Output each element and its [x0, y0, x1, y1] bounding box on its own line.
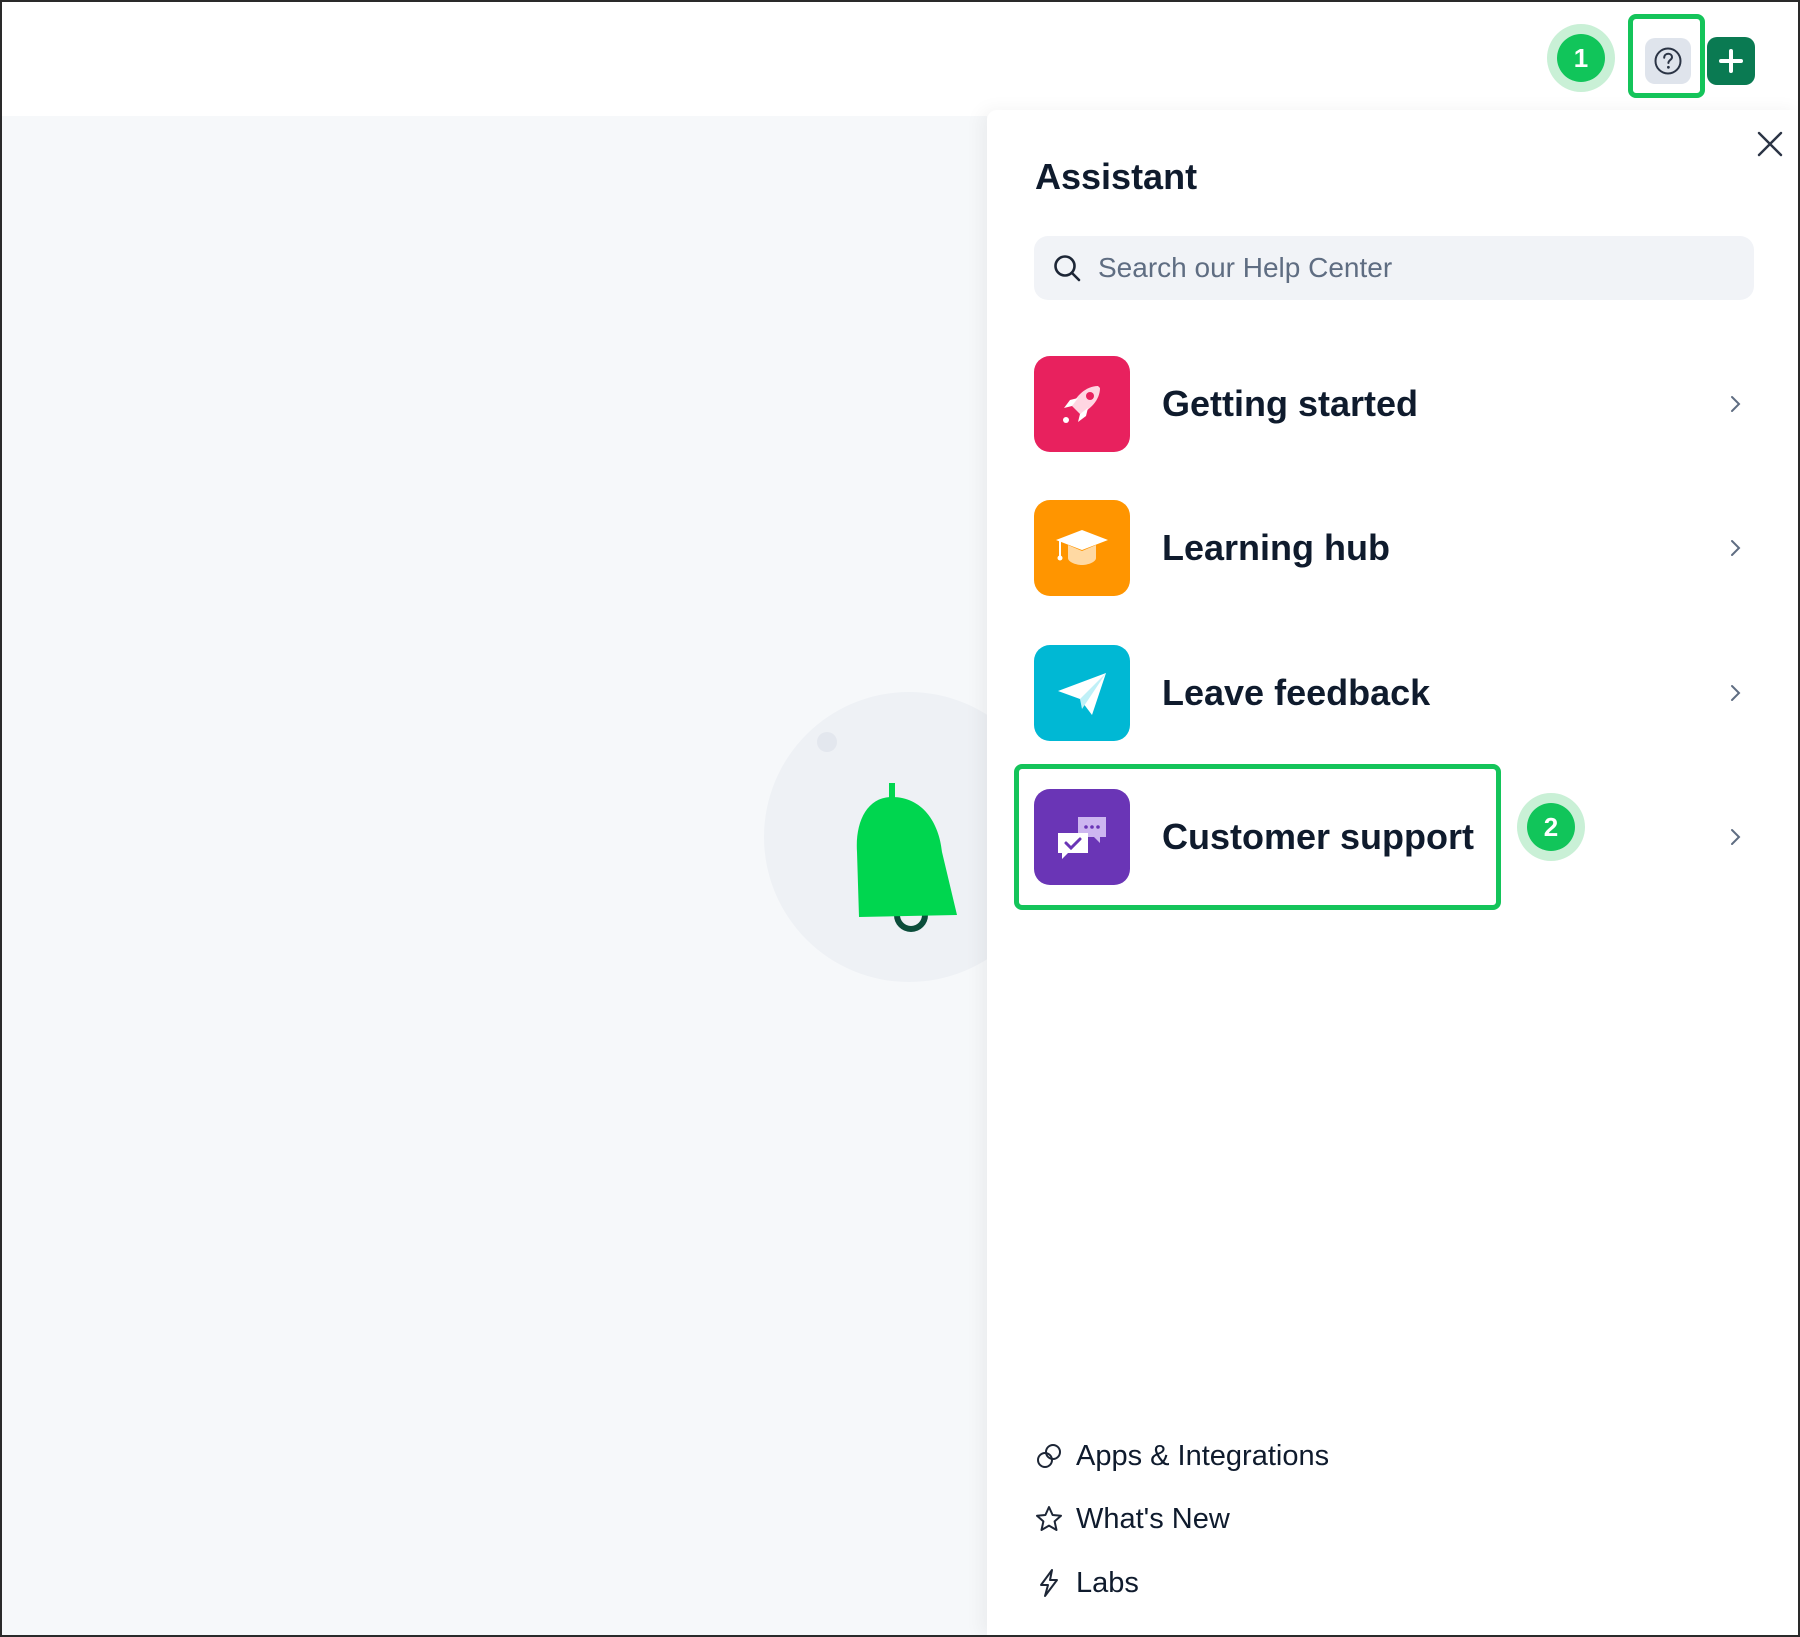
menu-label-getting-started: Getting started [1162, 383, 1419, 424]
chevron-right-icon [1731, 396, 1741, 412]
top-bar [2, 2, 1798, 116]
step-2-badge: 2 [1517, 793, 1585, 861]
paper-plane-icon [1058, 673, 1106, 715]
customer-support-highlight [1014, 764, 1501, 910]
illustration-dot [817, 732, 837, 752]
lightning-icon [1040, 1569, 1058, 1597]
question-circle-icon [1654, 47, 1682, 75]
footer-link-whats-new[interactable]: What's New [1034, 1499, 1230, 1539]
close-icon [1757, 131, 1783, 157]
footer-label-labs: Labs [1076, 1566, 1139, 1599]
step-2-number: 2 [1527, 803, 1575, 851]
add-button[interactable] [1707, 37, 1755, 85]
link-icon [1037, 1444, 1061, 1468]
footer-link-apps-integrations[interactable]: Apps & Integrations [1034, 1436, 1329, 1476]
close-panel-button[interactable] [1750, 124, 1790, 164]
footer-link-labs[interactable]: Labs [1034, 1563, 1139, 1603]
menu-item-leave-feedback[interactable]: Leave feedback [1034, 645, 1756, 741]
app-window: 1 Assistant Search our Help Center Getti… [0, 0, 1800, 1637]
help-button[interactable] [1645, 38, 1691, 84]
search-input[interactable] [1098, 252, 1718, 284]
chevron-right-icon [1731, 540, 1741, 556]
getting-started-tile [1034, 356, 1130, 452]
learning-hub-tile [1034, 500, 1130, 596]
step-1-badge: 1 [1547, 24, 1615, 92]
footer-label-whats-new: What's New [1076, 1502, 1230, 1535]
menu-item-getting-started[interactable]: Getting started [1034, 356, 1756, 452]
step-1-number: 1 [1557, 34, 1605, 82]
panel-title: Assistant [1035, 156, 1198, 197]
star-icon [1036, 1506, 1062, 1531]
search-icon [1054, 255, 1081, 282]
leave-feedback-tile [1034, 645, 1130, 741]
bell-illustration-icon [856, 783, 957, 932]
footer-label-apps-integrations: Apps & Integrations [1076, 1439, 1330, 1472]
chevron-right-icon [1731, 829, 1741, 845]
menu-label-leave-feedback: Leave feedback [1162, 672, 1431, 713]
plus-icon [1719, 49, 1743, 73]
menu-label-learning-hub: Learning hub [1162, 527, 1390, 568]
help-search[interactable] [1034, 236, 1754, 300]
chevron-right-icon [1731, 685, 1741, 701]
menu-item-learning-hub[interactable]: Learning hub [1034, 500, 1756, 596]
graduation-cap-icon [1056, 530, 1108, 565]
rocket-icon [1063, 386, 1100, 423]
